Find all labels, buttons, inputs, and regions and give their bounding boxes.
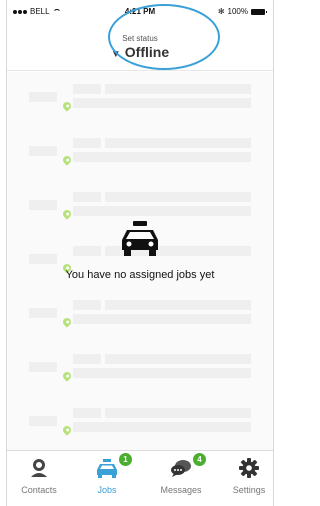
tab-contacts[interactable]: Contacts	[7, 457, 71, 495]
battery-percent: 100%	[227, 7, 248, 16]
tab-label: Jobs	[97, 485, 117, 495]
jobs-badge: 1	[119, 453, 132, 466]
messages-badge: 4	[193, 453, 206, 466]
location-pin-icon	[61, 154, 73, 166]
tab-messages[interactable]: 4 Messages	[149, 453, 213, 495]
tab-label: Contacts	[21, 485, 57, 495]
jobs-taxi-icon	[97, 459, 117, 478]
contacts-icon	[31, 459, 47, 477]
battery-icon	[251, 8, 267, 15]
empty-state: You have no assigned jobs yet	[7, 218, 273, 281]
taxi-icon	[122, 221, 158, 256]
placeholder-row	[7, 80, 273, 135]
highlight-circle	[108, 4, 220, 70]
location-pin-icon	[61, 100, 73, 112]
location-pin-icon	[61, 424, 73, 436]
tab-bar: Contacts 1 Jobs 4 Messages Settings	[7, 450, 273, 506]
tab-settings[interactable]: Settings	[217, 457, 273, 495]
placeholder-row	[7, 350, 273, 405]
location-pin-icon	[61, 370, 73, 382]
placeholder-row	[7, 296, 273, 351]
tab-label: Messages	[160, 485, 202, 495]
bluetooth-icon: ✻	[217, 7, 225, 16]
tab-jobs[interactable]: 1 Jobs	[75, 453, 139, 495]
status-right: ✻ 100%	[217, 7, 267, 16]
messages-icon	[171, 460, 191, 477]
empty-state-message: You have no assigned jobs yet	[65, 269, 215, 281]
phone-screen: BELL 4:21 PM ✻ 100% Set status ▼Offline	[6, 0, 274, 506]
gear-icon	[239, 458, 259, 478]
tab-label: Settings	[232, 485, 266, 495]
location-pin-icon	[61, 316, 73, 328]
placeholder-row	[7, 134, 273, 189]
